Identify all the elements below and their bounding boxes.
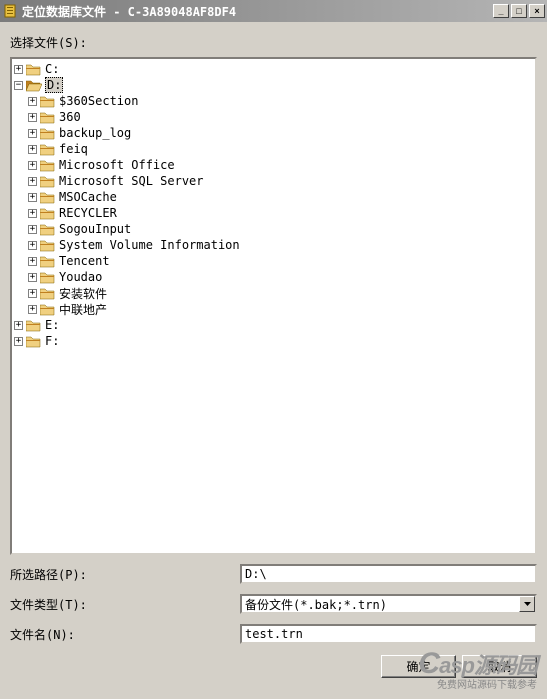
tree-folder[interactable]: + Microsoft SQL Server [14, 173, 533, 189]
expand-icon[interactable]: + [28, 161, 37, 170]
tree-node-label: 安装软件 [59, 285, 107, 302]
folder-icon [26, 319, 42, 332]
expand-icon[interactable]: + [28, 273, 37, 282]
folder-icon [26, 335, 42, 348]
expand-icon[interactable]: + [28, 225, 37, 234]
select-file-label: 选择文件(S): [10, 34, 537, 51]
app-icon [2, 3, 18, 19]
path-label: 所选路径(P): [10, 566, 240, 583]
folder-icon [40, 239, 56, 252]
tree-folder[interactable]: + RECYCLER [14, 205, 533, 221]
tree-folder[interactable]: + System Volume Information [14, 237, 533, 253]
tree-node-label: 中联地产 [59, 301, 107, 318]
tree-node-label: MSOCache [59, 190, 117, 204]
tree-drive[interactable]: + F: [14, 333, 533, 349]
type-value: 备份文件(*.bak;*.trn) [242, 596, 519, 612]
expand-icon[interactable]: + [28, 241, 37, 250]
tree-drive[interactable]: + C: [14, 61, 533, 77]
tree-node-label: System Volume Information [59, 238, 240, 252]
folder-icon [40, 95, 56, 108]
tree-folder[interactable]: + 中联地产 [14, 301, 533, 317]
folder-icon [40, 111, 56, 124]
tree-node-label: SogouInput [59, 222, 131, 236]
folder-icon [40, 271, 56, 284]
maximize-button[interactable]: □ [511, 4, 527, 18]
folder-icon [40, 287, 56, 300]
minimize-button[interactable]: _ [493, 4, 509, 18]
tree-node-label: C: [45, 62, 59, 76]
expand-icon[interactable]: + [28, 145, 37, 154]
expand-icon[interactable]: + [28, 129, 37, 138]
filename-label: 文件名(N): [10, 626, 240, 643]
expand-icon[interactable]: + [14, 65, 23, 74]
cancel-button[interactable]: 取消 [462, 655, 537, 678]
expand-icon[interactable]: + [28, 289, 37, 298]
folder-icon [40, 207, 56, 220]
tree-folder[interactable]: + feiq [14, 141, 533, 157]
titlebar: 定位数据库文件 - C-3A89048AF8DF4 _ □ × [0, 0, 547, 22]
tree-folder[interactable]: + 安装软件 [14, 285, 533, 301]
tree-node-label: Tencent [59, 254, 110, 268]
folder-tree[interactable]: +C:−D:+$360Section+360+backup_log+feiq+M… [10, 57, 537, 555]
expand-icon[interactable]: + [28, 257, 37, 266]
folder-icon [40, 127, 56, 140]
folder-icon [40, 191, 56, 204]
tree-folder[interactable]: + MSOCache [14, 189, 533, 205]
ok-button[interactable]: 确定 [381, 655, 456, 678]
tree-folder[interactable]: + backup_log [14, 125, 533, 141]
tree-node-label: 360 [59, 110, 81, 124]
tree-node-label: Microsoft SQL Server [59, 174, 204, 188]
tree-folder[interactable]: + $360Section [14, 93, 533, 109]
tree-node-label: F: [45, 334, 59, 348]
filename-input[interactable] [240, 624, 537, 644]
expand-icon[interactable]: + [28, 305, 37, 314]
dialog-body: 选择文件(S): +C:−D:+$360Section+360+backup_l… [0, 22, 547, 699]
chevron-down-icon [524, 602, 531, 606]
tree-folder[interactable]: +360 [14, 109, 533, 125]
tree-node-label: $360Section [59, 94, 138, 108]
tree-node-label: Microsoft Office [59, 158, 175, 172]
tree-node-label: RECYCLER [59, 206, 117, 220]
expand-icon[interactable]: + [14, 321, 23, 330]
tree-node-label: E: [45, 318, 59, 332]
tree-node-label: feiq [59, 142, 88, 156]
expand-icon[interactable]: + [28, 177, 37, 186]
window-title: 定位数据库文件 - C-3A89048AF8DF4 [22, 3, 493, 20]
folder-open-icon [26, 79, 42, 92]
window-controls: _ □ × [493, 4, 545, 18]
folder-icon [40, 303, 56, 316]
collapse-icon[interactable]: − [14, 81, 23, 90]
tree-folder[interactable]: + SogouInput [14, 221, 533, 237]
folder-icon [40, 143, 56, 156]
tree-node-label: D: [45, 77, 63, 93]
close-button[interactable]: × [529, 4, 545, 18]
expand-icon[interactable]: + [28, 97, 37, 106]
tree-folder[interactable]: + Youdao [14, 269, 533, 285]
tree-folder[interactable]: + Microsoft Office [14, 157, 533, 173]
folder-icon [40, 159, 56, 172]
combobox-dropdown-button[interactable] [519, 596, 535, 612]
expand-icon[interactable]: + [28, 209, 37, 218]
folder-icon [40, 223, 56, 236]
tree-folder[interactable]: + Tencent [14, 253, 533, 269]
folder-icon [40, 255, 56, 268]
tree-node-label: Youdao [59, 270, 102, 284]
expand-icon[interactable]: + [14, 337, 23, 346]
type-label: 文件类型(T): [10, 596, 240, 613]
path-input[interactable] [240, 564, 537, 584]
tree-drive[interactable]: − D: [14, 77, 533, 93]
folder-icon [40, 175, 56, 188]
folder-icon [26, 63, 42, 76]
tree-drive[interactable]: + E: [14, 317, 533, 333]
expand-icon[interactable]: + [28, 113, 37, 122]
expand-icon[interactable]: + [28, 193, 37, 202]
tree-node-label: backup_log [59, 126, 131, 140]
type-combobox[interactable]: 备份文件(*.bak;*.trn) [240, 594, 537, 614]
